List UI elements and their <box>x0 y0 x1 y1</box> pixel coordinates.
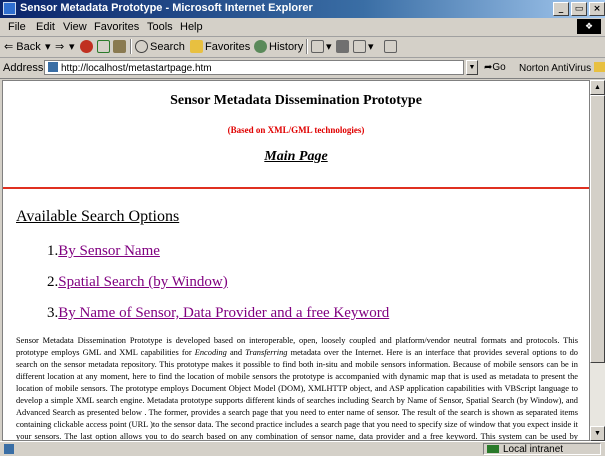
standard-toolbar: ⇐ Back ▾ ⇒ ▾ Search Favorites History ▾ … <box>0 37 605 58</box>
toolbar-separator <box>306 39 308 54</box>
page-status-icon <box>4 444 14 454</box>
search-label: Search <box>150 41 185 53</box>
mail-button[interactable]: ▾ <box>311 40 332 53</box>
stop-icon <box>80 40 93 53</box>
toolbar-separator <box>130 39 132 54</box>
address-bar: Address http://localhost/metastartpage.h… <box>0 58 605 79</box>
search-button[interactable]: Search <box>135 40 185 53</box>
back-dropdown-icon[interactable]: ▾ <box>45 40 51 53</box>
description-text: metadata over the Internet. Here is an i… <box>16 348 578 441</box>
norton-icon <box>593 62 605 72</box>
history-icon <box>254 40 267 53</box>
address-input[interactable]: http://localhost/metastartpage.htm <box>44 60 464 75</box>
search-option-item: 3.By Name of Sensor, Data Provider and a… <box>47 305 389 322</box>
page-subtitle: (Based on XML/GML technologies) <box>227 125 365 135</box>
menu-favorites[interactable]: Favorites <box>94 21 139 33</box>
windows-logo-icon: ❖ <box>577 19 601 34</box>
mail-icon <box>311 40 324 53</box>
page-icon <box>48 62 58 72</box>
menu-file[interactable]: File <box>8 21 26 33</box>
option-number: 2. <box>47 274 59 290</box>
stop-button[interactable] <box>80 40 95 53</box>
spatial-search-link[interactable]: Spatial Search (by Window) <box>58 274 228 290</box>
window-title: Sensor Metadata Prototype - Microsoft In… <box>20 2 313 14</box>
local-intranet-icon <box>487 445 499 453</box>
security-zone: Local intranet <box>483 443 601 455</box>
history-label: History <box>269 41 304 53</box>
address-label: Address <box>3 62 44 74</box>
main-page-heading: Main Page <box>264 149 328 164</box>
discuss-button[interactable] <box>384 40 399 53</box>
edit-button[interactable]: ▾ <box>353 40 374 53</box>
close-button[interactable]: × <box>589 2 605 16</box>
favorites-button[interactable]: Favorites <box>190 40 250 53</box>
edit-page-icon <box>353 40 366 53</box>
minimize-button[interactable]: _ <box>553 2 569 16</box>
description-emphasis: Transferring <box>245 348 288 357</box>
favorites-icon <box>190 40 203 53</box>
ie-page-icon <box>3 2 16 15</box>
forward-button[interactable]: ⇒ <box>55 40 64 53</box>
print-icon <box>336 40 349 53</box>
history-button[interactable]: History <box>254 40 303 53</box>
home-button[interactable] <box>113 40 128 53</box>
back-label: Back <box>16 41 41 53</box>
search-option-item: 1.By Sensor Name <box>47 243 160 260</box>
menu-view[interactable]: View <box>63 21 87 33</box>
menu-edit[interactable]: Edit <box>36 21 55 33</box>
advanced-search-link[interactable]: By Name of Sensor, Data Provider and a f… <box>58 305 389 321</box>
home-icon <box>113 40 126 53</box>
description-emphasis: Encoding <box>194 348 227 357</box>
refresh-button[interactable] <box>97 40 112 53</box>
refresh-icon <box>97 40 110 53</box>
window-controls: _ ▭ × <box>551 2 605 16</box>
maximize-button[interactable]: ▭ <box>571 2 587 16</box>
horizontal-rule <box>3 187 589 189</box>
scroll-thumb[interactable] <box>590 95 605 363</box>
search-icon <box>135 40 148 53</box>
discuss-icon <box>384 40 397 53</box>
zone-label: Local intranet <box>503 444 564 455</box>
back-arrow-icon: ⇐ <box>4 41 14 53</box>
vertical-scrollbar[interactable]: ▲ ▼ <box>590 80 605 441</box>
window-titlebar: Sensor Metadata Prototype - Microsoft In… <box>0 0 605 18</box>
address-url: http://localhost/metastartpage.htm <box>61 63 212 74</box>
norton-label: Norton AntiVirus <box>519 63 592 74</box>
by-sensor-name-link[interactable]: By Sensor Name <box>58 243 160 259</box>
norton-antivirus-button[interactable]: Norton AntiVirus ▾ <box>519 62 605 74</box>
forward-dropdown-icon[interactable]: ▾ <box>69 40 75 53</box>
scroll-down-button[interactable]: ▼ <box>590 426 605 441</box>
go-label: Go <box>492 62 506 73</box>
page-content: Sensor Metadata Dissemination Prototype … <box>2 80 590 441</box>
search-option-item: 2.Spatial Search (by Window) <box>47 274 228 291</box>
go-button[interactable]: ➦Go <box>484 62 506 73</box>
search-options-heading: Available Search Options <box>16 208 180 225</box>
page-title: Sensor Metadata Dissemination Prototype <box>170 93 422 108</box>
option-number: 1. <box>47 243 59 259</box>
menu-tools[interactable]: Tools <box>147 21 173 33</box>
favorites-label: Favorites <box>205 41 251 53</box>
description-paragraph: Sensor Metadata Dissemination Prototype … <box>16 335 578 441</box>
print-button[interactable] <box>336 40 351 53</box>
back-button[interactable]: ⇐ Back <box>4 40 41 53</box>
menu-help[interactable]: Help <box>180 21 203 33</box>
option-number: 3. <box>47 305 59 321</box>
address-dropdown-button[interactable]: ▼ <box>466 60 478 75</box>
description-text: and <box>226 348 246 357</box>
menu-bar: File Edit View Favorites Tools Help ❖ <box>0 18 605 37</box>
status-bar: Local intranet <box>0 441 605 456</box>
scroll-up-button[interactable]: ▲ <box>590 80 605 95</box>
